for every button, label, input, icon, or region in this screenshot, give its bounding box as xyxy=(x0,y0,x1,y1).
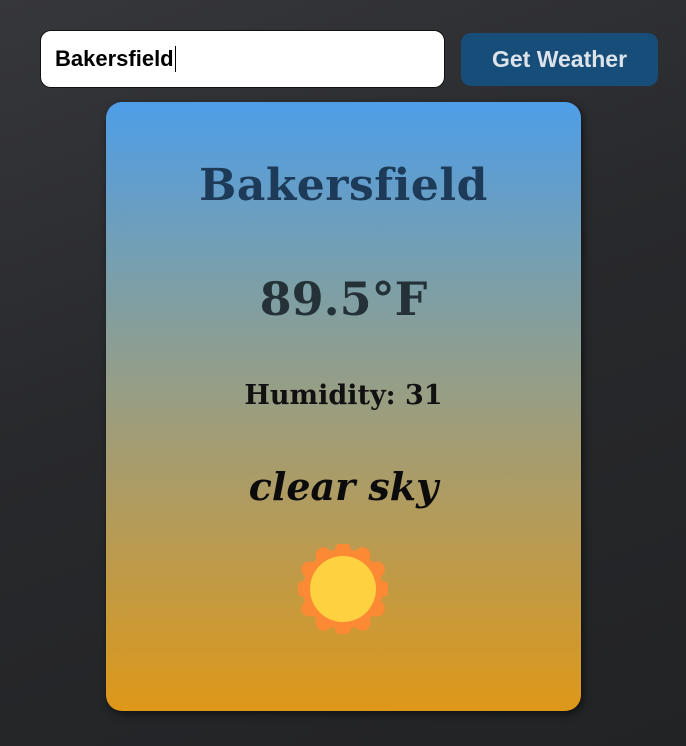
temperature: 89.5°F xyxy=(259,272,428,326)
weather-description: clear sky xyxy=(248,464,439,509)
weather-card: Bakersfield 89.5°F Humidity: 31 clear sk… xyxy=(106,102,581,711)
city-search-input[interactable]: Bakersfield xyxy=(40,30,445,88)
text-caret xyxy=(174,46,176,72)
humidity: Humidity: 31 xyxy=(244,380,443,411)
city-search-input-value: Bakersfield xyxy=(55,46,174,71)
get-weather-button[interactable]: Get Weather xyxy=(461,33,658,86)
city-name: Bakersfield xyxy=(199,160,488,211)
sun-icon xyxy=(298,544,388,634)
search-bar: Bakersfield Get Weather xyxy=(40,30,658,88)
